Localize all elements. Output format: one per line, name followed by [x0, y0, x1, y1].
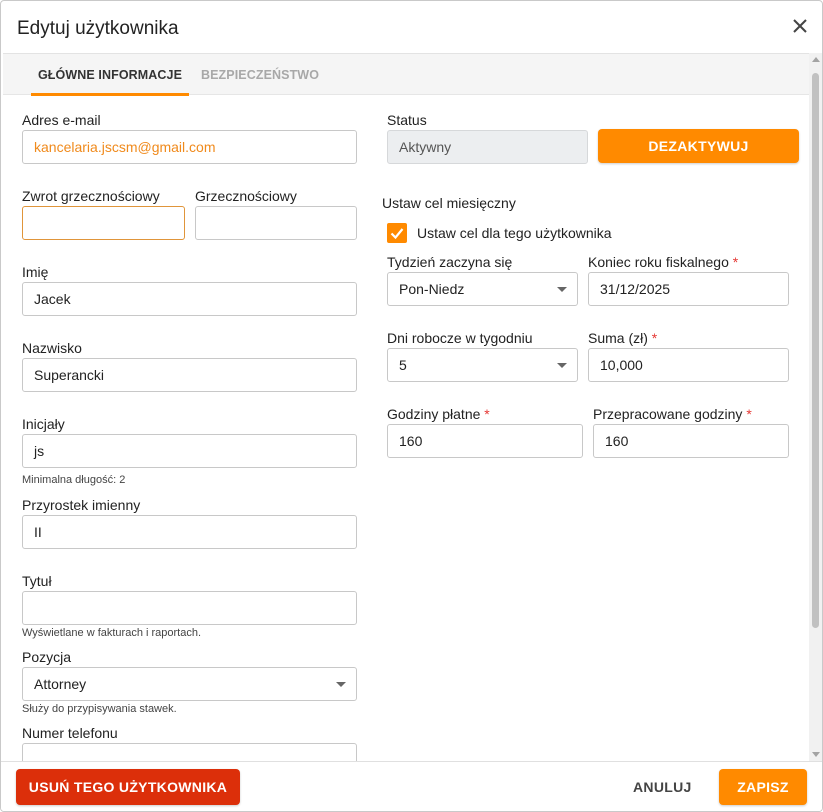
- monthly-goal-title: Ustaw cel miesięczny: [382, 195, 516, 211]
- courtesy-label: Grzecznościowy: [195, 188, 297, 204]
- status-label: Status: [387, 112, 427, 128]
- initials-label: Inicjały: [22, 416, 65, 432]
- week-starts-label: Tydzień zaczyna się: [387, 254, 513, 270]
- position-hint: Służy do przypisywania stawek.: [22, 703, 177, 715]
- status-field: Aktywny: [387, 130, 588, 164]
- delete-user-button[interactable]: USUŃ TEGO UŻYTKOWNIKA: [16, 769, 240, 805]
- chevron-down-icon: [557, 287, 567, 292]
- job-title-field[interactable]: [22, 591, 357, 625]
- scrollbar[interactable]: [809, 53, 822, 761]
- tab-security[interactable]: BEZPIECZEŃSTWO: [195, 54, 325, 96]
- courtesy-field[interactable]: [195, 206, 357, 240]
- position-label: Pozycja: [22, 649, 72, 665]
- amount-label-text: Suma (zł): [588, 330, 648, 346]
- email-label: Adres e-mail: [22, 112, 101, 128]
- dialog-header: Edytuj użytkownika: [1, 1, 822, 55]
- amount-field[interactable]: 10,000: [588, 348, 789, 382]
- required-mark: *: [484, 406, 490, 422]
- salutation-field[interactable]: [22, 206, 185, 240]
- billable-hours-label: Godziny płatne *: [387, 406, 490, 422]
- cancel-button[interactable]: ANULUJ: [633, 779, 692, 795]
- set-goal-checkbox-label[interactable]: Ustaw cel dla tego użytkownika: [417, 225, 612, 241]
- fiscal-year-end-label: Koniec roku fiskalnego *: [588, 254, 738, 270]
- suffix-field[interactable]: II: [22, 515, 357, 549]
- required-mark: *: [746, 406, 752, 422]
- tab-main-info[interactable]: GŁÓWNE INFORMACJE: [31, 54, 189, 96]
- worked-hours-label: Przepracowane godziny *: [593, 406, 752, 422]
- first-name-field[interactable]: Jacek: [22, 282, 357, 316]
- close-icon[interactable]: [790, 16, 810, 36]
- checkmark-icon: [390, 228, 404, 240]
- job-title-hint: Wyświetlane w fakturach i raportach.: [22, 627, 202, 639]
- first-name-label: Imię: [22, 264, 49, 280]
- worked-hours-field[interactable]: 160: [593, 424, 789, 458]
- chevron-down-icon: [336, 682, 346, 687]
- required-mark: *: [732, 254, 739, 270]
- deactivate-button[interactable]: DEZAKTYWUJ: [598, 129, 799, 163]
- job-title-label: Tytuł: [22, 573, 52, 589]
- billable-hours-field[interactable]: 160: [387, 424, 583, 458]
- workdays-value: 5: [399, 357, 407, 373]
- worked-hours-label-text: Przepracowane godziny: [593, 406, 743, 422]
- last-name-label: Nazwisko: [22, 340, 82, 356]
- workdays-select[interactable]: 5: [387, 348, 578, 382]
- scroll-up-icon[interactable]: [812, 57, 820, 62]
- fiscal-year-end-label-text: Koniec roku fiskalnego: [588, 254, 729, 270]
- save-button[interactable]: ZAPISZ: [719, 769, 807, 805]
- chevron-down-icon: [557, 363, 567, 368]
- required-mark: *: [651, 330, 658, 346]
- dialog-title: Edytuj użytkownika: [17, 18, 179, 39]
- workdays-label: Dni robocze w tygodniu: [387, 330, 533, 346]
- salutation-label: Zwrot grzecznościowy: [22, 188, 160, 204]
- billable-hours-label-text: Godziny płatne: [387, 406, 481, 422]
- scroll-thumb[interactable]: [812, 73, 819, 628]
- position-select[interactable]: Attorney: [22, 667, 357, 701]
- email-field[interactable]: kancelaria.jscsm@gmail.com: [22, 130, 357, 164]
- phone-label: Numer telefonu: [22, 725, 118, 741]
- initials-field[interactable]: js: [22, 434, 357, 468]
- last-name-field[interactable]: Superancki: [22, 358, 357, 392]
- amount-label: Suma (zł) *: [588, 330, 657, 346]
- week-starts-value: Pon-Niedz: [399, 281, 465, 297]
- week-starts-select[interactable]: Pon-Niedz: [387, 272, 578, 306]
- scroll-down-icon[interactable]: [812, 752, 820, 757]
- fiscal-year-end-field[interactable]: 31/12/2025: [588, 272, 789, 306]
- edit-user-dialog: Edytuj użytkownika GŁÓWNE INFORMACJE BEZ…: [0, 0, 823, 812]
- dialog-footer: USUŃ TEGO UŻYTKOWNIKA ANULUJ ZAPISZ: [1, 761, 822, 811]
- set-goal-checkbox[interactable]: [387, 223, 407, 243]
- suffix-label: Przyrostek imienny: [22, 497, 141, 513]
- tab-bar: GŁÓWNE INFORMACJE BEZPIECZEŃSTWO: [3, 53, 809, 96]
- position-value: Attorney: [34, 676, 87, 692]
- initials-hint: Minimalna długość: 2: [22, 474, 126, 486]
